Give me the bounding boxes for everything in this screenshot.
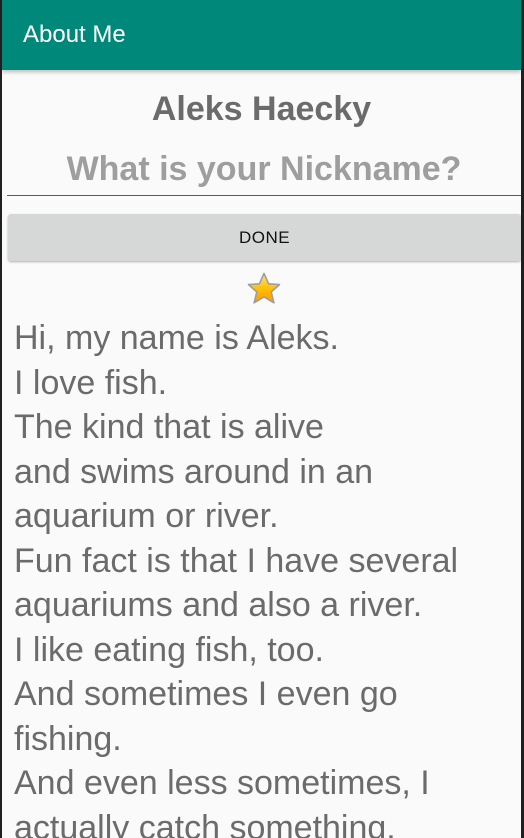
name-text: Aleks Haecky [151,90,372,128]
yellow-star-icon [247,272,281,304]
app-title: About Me [23,21,126,48]
done-button[interactable]: DONE [8,214,521,261]
app-bar: About Me [2,0,521,70]
app-screen: About Me Aleks Haecky DONE Hi, my name i… [0,0,524,838]
bio-text: Hi, my name is Aleks. I love fish. The k… [14,319,459,838]
nickname-input[interactable] [7,144,521,196]
